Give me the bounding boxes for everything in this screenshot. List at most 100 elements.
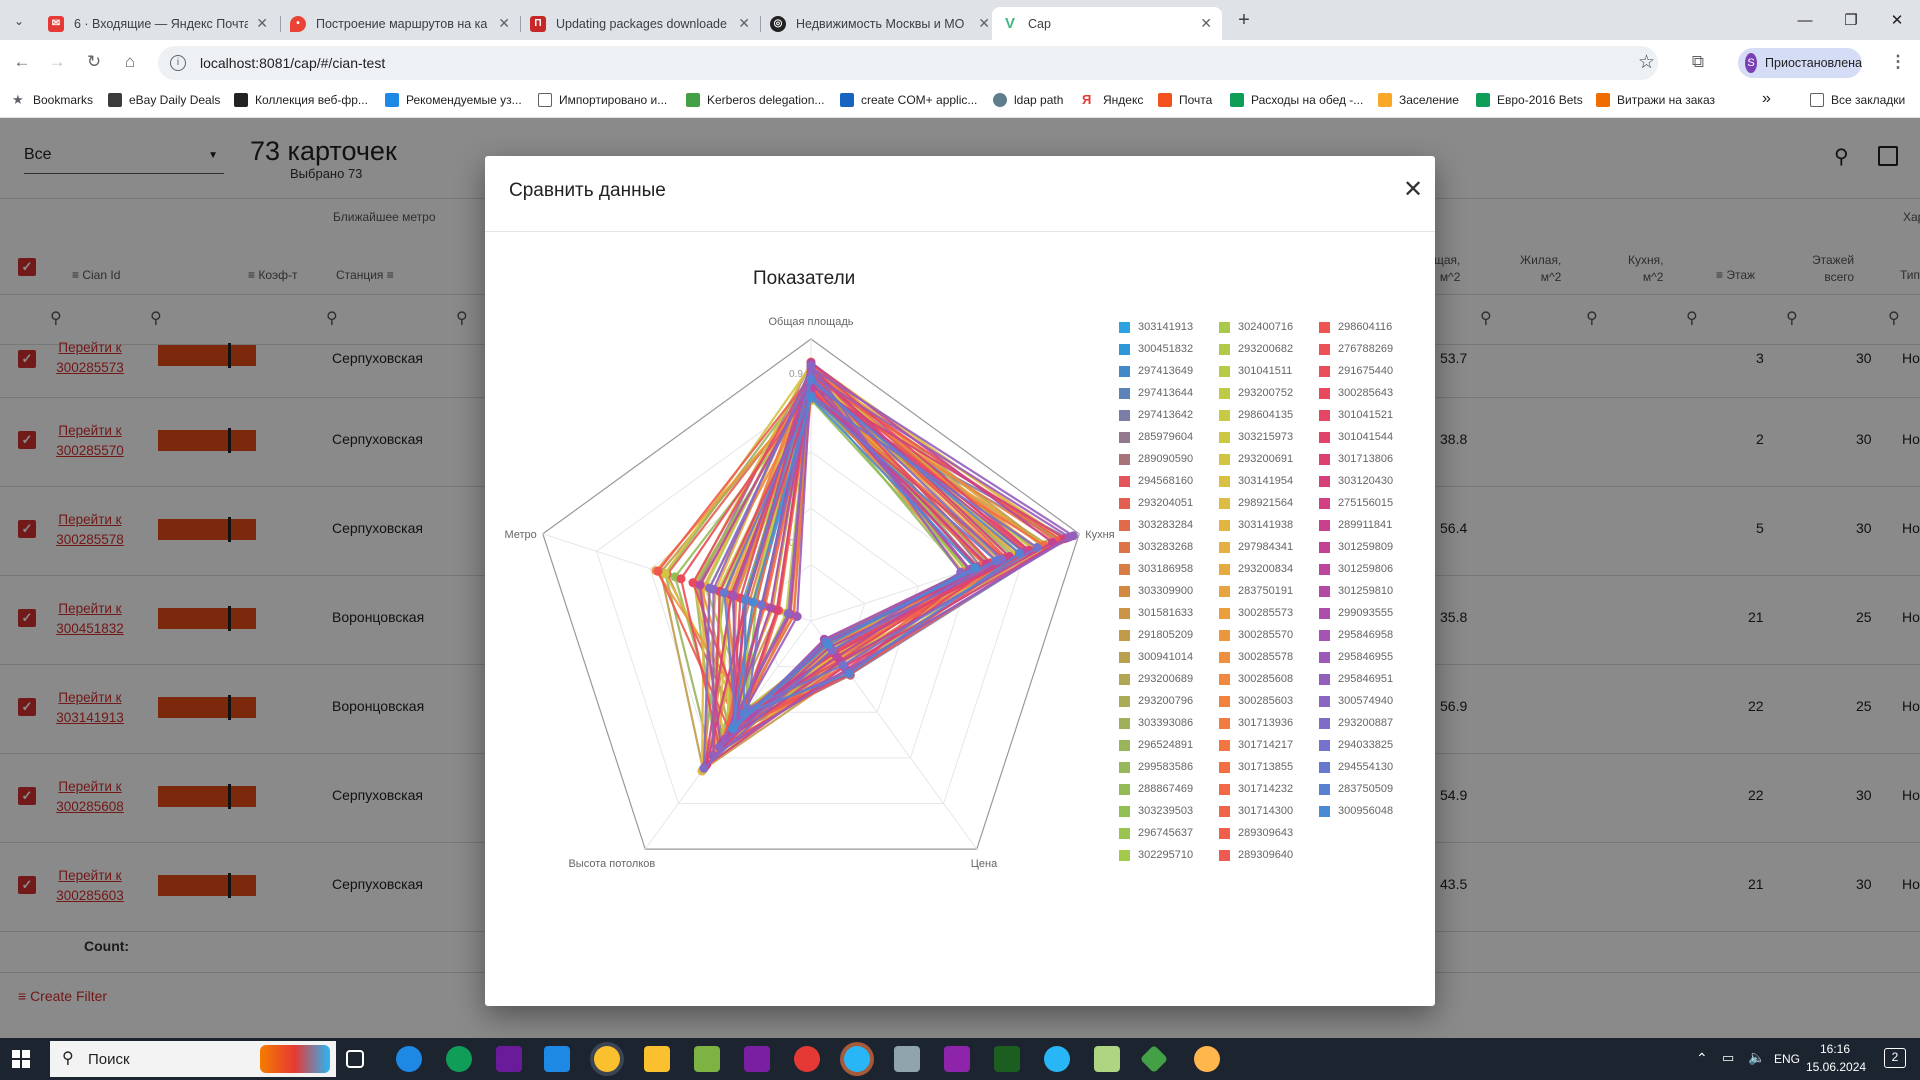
legend-item[interactable]: 275156015 (1319, 496, 1393, 510)
legend-item[interactable]: 301581633 (1119, 606, 1193, 620)
legend-item[interactable]: 299093555 (1319, 606, 1393, 620)
legend-item[interactable]: 301713855 (1219, 760, 1293, 774)
legend-item[interactable]: 300574940 (1319, 694, 1393, 708)
legend-item[interactable]: 303141954 (1219, 474, 1293, 488)
notifications-icon[interactable]: 2 (1884, 1048, 1906, 1068)
excel-icon[interactable] (994, 1046, 1020, 1072)
legend-item[interactable]: 297984341 (1219, 540, 1293, 554)
tools-icon[interactable] (894, 1046, 920, 1072)
legend-item[interactable]: 303239503 (1119, 804, 1193, 818)
more-bookmarks-button[interactable]: » (1762, 90, 1771, 108)
back-icon[interactable]: ← (10, 50, 34, 74)
bookmark-item[interactable]: Заселение (1378, 93, 1459, 107)
snipping-icon[interactable] (694, 1046, 720, 1072)
close-icon[interactable]: ✕ (256, 15, 268, 32)
legend-item[interactable]: 297413649 (1119, 364, 1193, 378)
legend-item[interactable]: 294033825 (1319, 738, 1393, 752)
file-explorer-icon[interactable] (644, 1046, 670, 1072)
legend-item[interactable]: 298604135 (1219, 408, 1293, 422)
chevron-up-icon[interactable]: ⌃ (1696, 1050, 1708, 1067)
tab-updating-packages[interactable]: П Updating packages downloade ✕ (520, 7, 760, 40)
legend-item[interactable]: 293200887 (1319, 716, 1393, 730)
legend-item[interactable]: 300285570 (1219, 628, 1293, 642)
edge-icon[interactable] (446, 1046, 472, 1072)
tab-search-icon[interactable]: ⌄ (8, 10, 30, 32)
legend-item[interactable]: 298604116 (1319, 320, 1392, 334)
close-icon[interactable]: ✕ (498, 15, 510, 32)
profile-button[interactable]: S Приостановлена (1738, 48, 1862, 78)
legend-item[interactable]: 301714300 (1219, 804, 1293, 818)
legend-item[interactable]: 300285573 (1219, 606, 1293, 620)
all-bookmarks[interactable]: Все закладки (1810, 93, 1905, 107)
legend-item[interactable]: 303309900 (1119, 584, 1193, 598)
clock-date[interactable]: 15.06.2024 (1806, 1060, 1866, 1074)
legend-item[interactable]: 296745637 (1119, 826, 1193, 840)
legend-item[interactable]: 293200689 (1119, 672, 1193, 686)
legend-item[interactable]: 293200691 (1219, 452, 1293, 466)
tab-realty[interactable]: ◎ Недвижимость Москвы и МО ✕ (760, 7, 1000, 40)
legend-item[interactable]: 300285578 (1219, 650, 1293, 664)
bookmark-item[interactable]: ★ Bookmarks (12, 93, 93, 108)
chrome-icon[interactable] (594, 1046, 620, 1072)
legend-item[interactable]: 297413644 (1119, 386, 1193, 400)
windows-start-icon[interactable] (12, 1050, 30, 1068)
legend-item[interactable]: 294568160 (1119, 474, 1193, 488)
legend-item[interactable]: 302400716 (1219, 320, 1293, 334)
legend-item[interactable]: 283750191 (1219, 584, 1293, 598)
new-tab-button[interactable]: + (1232, 8, 1256, 32)
visual-studio-icon[interactable] (496, 1046, 522, 1072)
tab-cap[interactable]: V Cap ✕ (992, 7, 1222, 40)
legend-item[interactable]: 293200752 (1219, 386, 1293, 400)
legend-item[interactable]: 300941014 (1119, 650, 1193, 664)
task-view-icon[interactable] (346, 1050, 364, 1068)
clock-time[interactable]: 16:16 (1820, 1042, 1850, 1056)
visual-studio-icon[interactable] (944, 1046, 970, 1072)
tab-routes[interactable]: • Построение маршрутов на ка ✕ (280, 7, 520, 40)
legend-item[interactable]: 296524891 (1119, 738, 1193, 752)
bookmark-item[interactable]: Евро-2016 Bets (1476, 93, 1583, 107)
minimize-button[interactable]: — (1782, 0, 1828, 40)
bookmark-item[interactable]: Импортировано и... (538, 93, 667, 107)
legend-item[interactable]: 301041521 (1319, 408, 1393, 422)
menu-icon[interactable]: ⋮ (1886, 50, 1910, 74)
legend-item[interactable]: 291675440 (1319, 364, 1393, 378)
legend-item[interactable]: 297413642 (1119, 408, 1193, 422)
legend-item[interactable]: 303186958 (1119, 562, 1193, 576)
legend-item[interactable]: 291805209 (1119, 628, 1193, 642)
vscode-icon[interactable] (544, 1046, 570, 1072)
bookmark-item[interactable]: eBay Daily Deals (108, 93, 220, 107)
bookmark-item[interactable]: Kerberos delegation... (686, 93, 824, 107)
language-indicator[interactable]: ENG (1774, 1052, 1800, 1066)
home-icon[interactable]: ⌂ (118, 50, 142, 74)
legend-item[interactable]: 303141913 (1119, 320, 1193, 334)
reload-icon[interactable]: ↻ (82, 50, 106, 74)
restore-button[interactable]: ❐ (1828, 0, 1874, 40)
close-window-button[interactable]: ✕ (1874, 0, 1920, 40)
bookmark-item[interactable]: Я Яндекс (1082, 93, 1143, 108)
legend-item[interactable]: 285979604 (1119, 430, 1193, 444)
legend-item[interactable]: 301259806 (1319, 562, 1393, 576)
network-icon[interactable]: ▭ (1722, 1050, 1734, 1066)
legend-item[interactable]: 293200682 (1219, 342, 1293, 356)
legend-item[interactable]: 301713806 (1319, 452, 1393, 466)
legend-item[interactable]: 302295710 (1119, 848, 1193, 862)
legend-item[interactable]: 301714217 (1219, 738, 1293, 752)
legend-item[interactable]: 301041511 (1219, 364, 1292, 378)
telegram-icon[interactable] (844, 1046, 870, 1072)
legend-item[interactable]: 293204051 (1119, 496, 1193, 510)
legend-item[interactable]: 288867469 (1119, 782, 1193, 796)
tab-yandex-mail[interactable]: ✉ 6 · Входящие — Яндекс Почта ✕ (38, 7, 278, 40)
bookmark-item[interactable]: Почта (1158, 93, 1212, 107)
legend-item[interactable]: 303215973 (1219, 430, 1293, 444)
legend-item[interactable]: 300285603 (1219, 694, 1293, 708)
legend-item[interactable]: 300285608 (1219, 672, 1293, 686)
forward-icon[interactable]: → (45, 50, 69, 74)
legend-item[interactable]: 303393086 (1119, 716, 1193, 730)
visual-studio-icon[interactable] (744, 1046, 770, 1072)
site-info-icon[interactable]: i (170, 55, 186, 71)
skype-icon[interactable] (1044, 1046, 1070, 1072)
extensions-icon[interactable]: ⧉ (1686, 50, 1710, 74)
legend-item[interactable]: 289090590 (1119, 452, 1193, 466)
ie-icon[interactable] (396, 1046, 422, 1072)
bookmark-item[interactable]: Витражи на заказ (1596, 93, 1715, 107)
